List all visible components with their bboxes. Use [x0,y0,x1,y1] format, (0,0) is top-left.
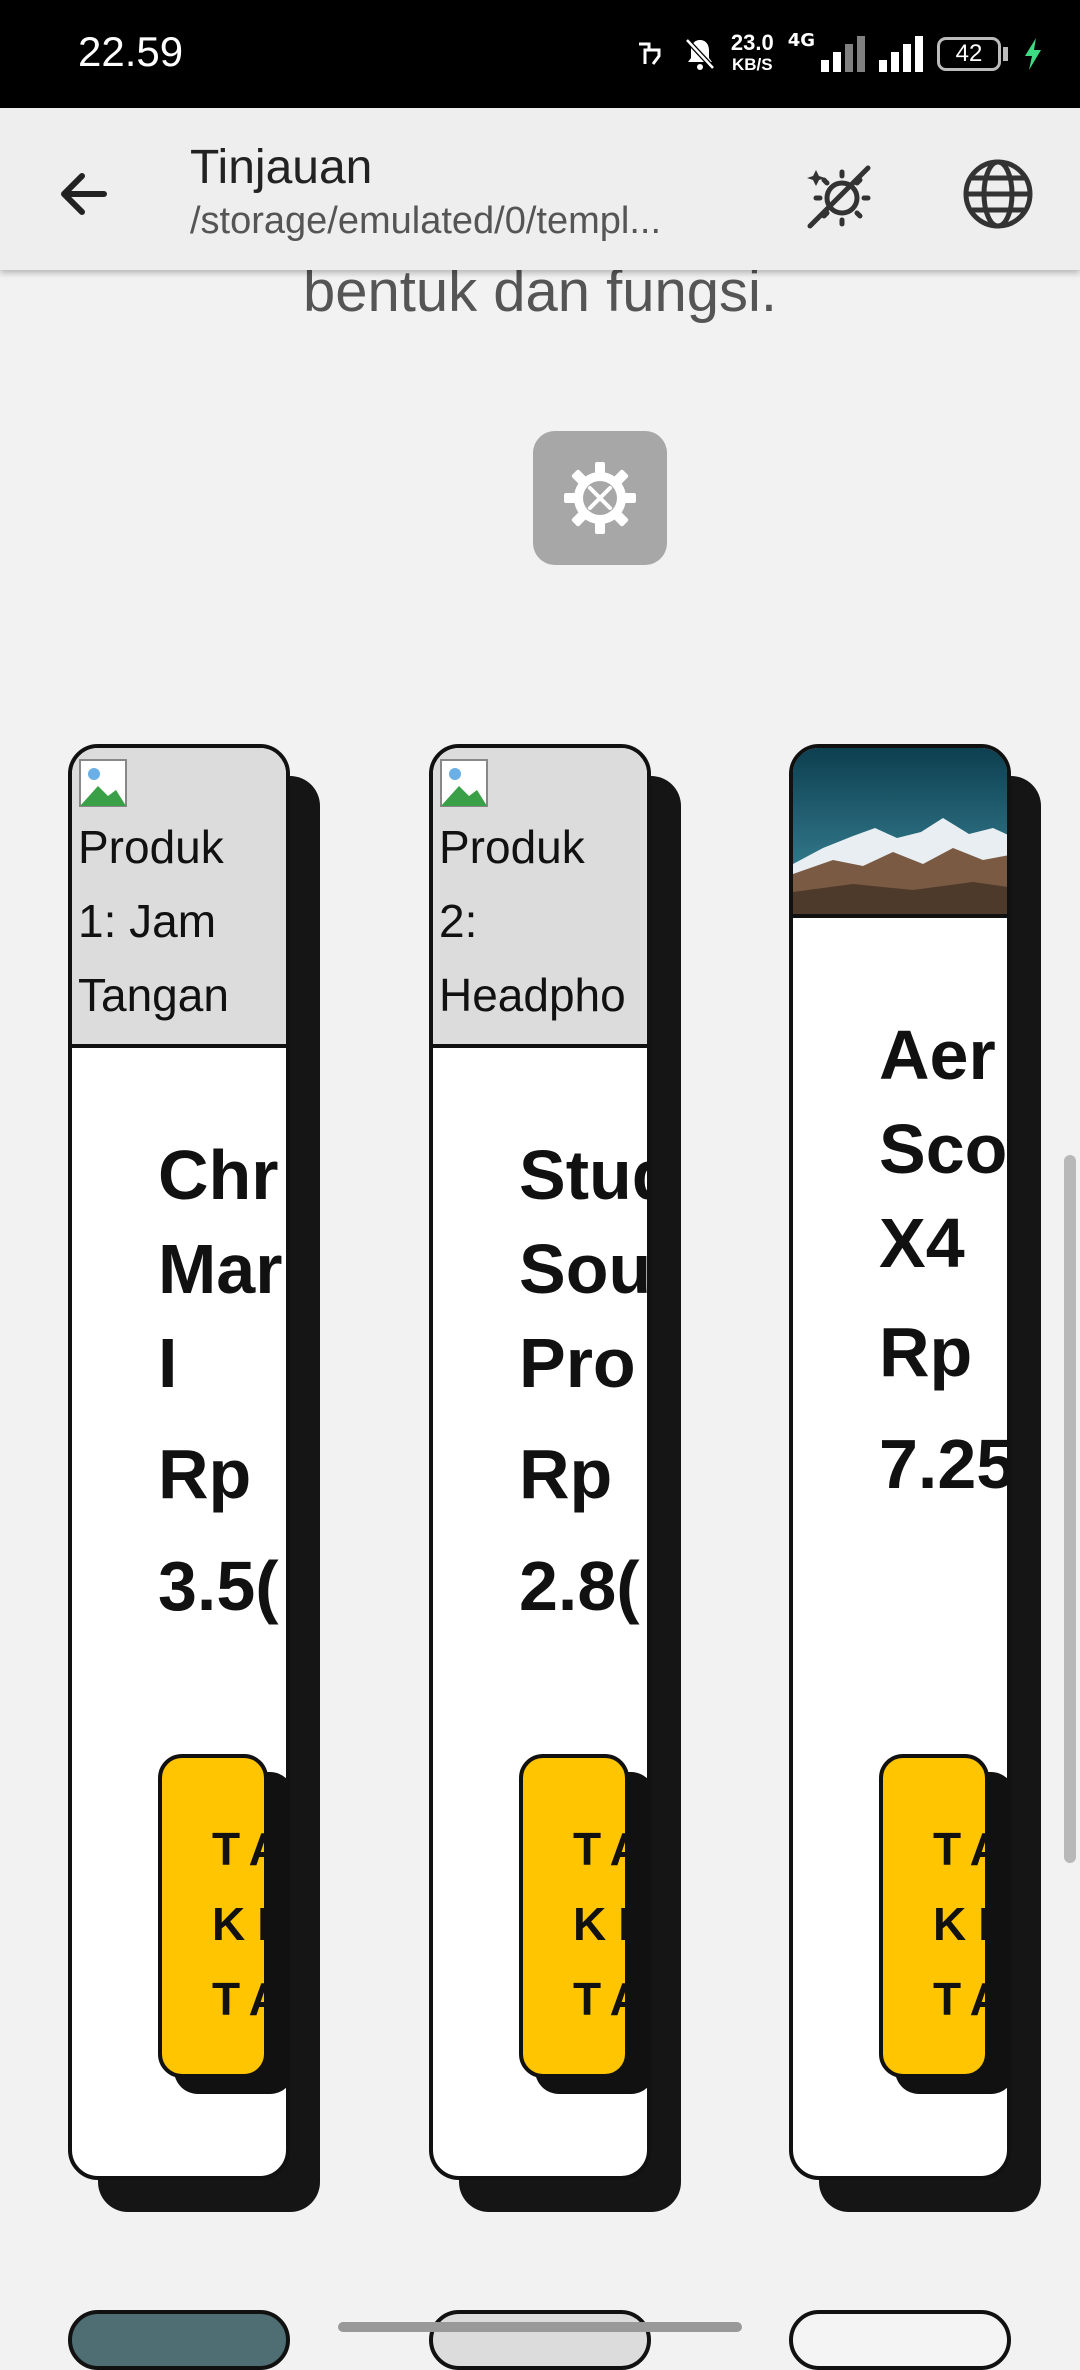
broken-image-icon [440,759,488,807]
status-time: 22.59 [78,28,184,75]
mountain-landscape-image [793,748,1007,914]
image-alt-text: Produk 2: Headpho [439,810,626,1032]
app-bar: Tinjauan /storage/emulated/0/templ... [0,108,1080,270]
product-name-line: Chr [158,1136,279,1214]
status-icons: 23.0 KB/S 4G 42 [633,26,1044,82]
product-name-line: Mar [158,1230,283,1308]
price-line: Rp [519,1435,613,1513]
price-line: 2.8( [519,1547,640,1625]
next-product-card [429,2310,651,2370]
battery-level: 42 [955,40,983,67]
product-card: Produk 1: Jam Tangan Chr Mar I Rp 3.5( T… [68,744,320,2212]
button-label: TA KE TA [573,1812,625,2037]
button-face[interactable]: TA KE TA [519,1754,629,2078]
button-label: TA KE TA [933,1812,985,2037]
price-line: Rp [158,1435,252,1513]
product-name-line: Sco [879,1110,1008,1188]
product-image [793,748,1007,918]
button-label-line: TA [212,1973,264,2025]
next-product-card [68,2310,290,2370]
image-alt-line: Produk [439,821,585,873]
network-speed: 23.0 KB/S [731,32,774,76]
button-label-line: KE [212,1898,264,1950]
product-name-line: Pro [519,1324,636,1402]
network-speed-value: 23.0 [730,30,774,55]
network-speed-unit: KB/S [731,55,773,74]
status-bar: 22.59 23.0 KB/S 4G 42 [0,0,1080,108]
product-name-line: Stud [519,1136,647,1214]
button-label-line: TA [573,1973,625,2025]
product-name: Stud Sou Pro [519,1128,651,1410]
button-label-line: KE [573,1898,625,1950]
signal-1-icon [821,36,865,72]
button-label-line: TA [933,1823,985,1875]
home-indicator[interactable] [338,2322,742,2332]
button-label-line: TA [573,1823,625,1875]
product-name-line: Aer [879,1016,996,1094]
image-alt-line: Tangan [78,969,229,1021]
network-type: 4G [787,29,815,51]
image-alt-line: 1: Jam [78,895,217,947]
product-name-line: X4 [879,1204,965,1282]
signal-2-icon [879,36,923,72]
image-alt-line: Headpho [439,969,626,1021]
theme-toggle-icon[interactable] [796,152,880,236]
button-label-line: TA [212,1823,264,1875]
product-price: Rp 7.25 [879,1296,1011,1520]
button-face[interactable]: TA KE TA [879,1754,989,2078]
price-line: Rp [879,1313,973,1391]
usb-icon [638,42,661,65]
product-image: Produk 1: Jam Tangan [72,748,286,1048]
product-name-line: Sou [519,1230,651,1308]
file-path: /storage/emulated/0/templ... [190,200,662,242]
card-body: Produk 2: Headpho Stud Sou Pro Rp 2.8( T… [429,744,651,2180]
bell-muted-icon [685,38,715,70]
globe-icon[interactable] [956,152,1040,236]
broken-image-icon [79,759,127,807]
settings-tools-icon [564,462,636,534]
button-face[interactable]: TA KE TA [158,1754,268,2078]
image-alt-line: 2: [439,895,478,947]
product-name: Chr Mar I [158,1128,282,1410]
product-card: Aer Sco X4 Rp 7.25 TA KE TA [789,744,1041,2212]
button-label-line: KE [933,1898,985,1950]
image-alt-text: Produk 1: Jam Tangan [78,810,229,1032]
button-label-line: TA [933,1973,985,2025]
battery-cap [1003,47,1008,61]
battery-indicator: 42 [937,37,1001,71]
back-arrow-icon[interactable] [48,154,128,234]
card-body: Produk 1: Jam Tangan Chr Mar I Rp 3.5( T… [68,744,290,2180]
page-title: Tinjauan [190,141,373,194]
product-name: Aer Sco X4 [879,1008,1007,1290]
product-image: Produk 2: Headpho [433,748,647,1048]
product-card: Produk 2: Headpho Stud Sou Pro Rp 2.8( T… [429,744,681,2212]
preview-content: bentuk dan fungsi. Produk 1: Jam Tangan … [0,270,1080,2340]
tagline-text: bentuk dan fungsi. [302,270,778,324]
price-line: 3.5( [158,1547,279,1625]
charging-icon [1025,38,1041,70]
product-name-line: I [158,1324,178,1402]
button-label: TA KE TA [212,1812,264,2037]
scrollbar[interactable] [1064,1155,1076,1863]
settings-button[interactable] [533,431,667,565]
card-body: Aer Sco X4 Rp 7.25 TA KE TA [789,744,1011,2180]
product-price: Rp 2.8( [519,1418,640,1642]
price-line: 7.25 [879,1425,1011,1503]
product-price: Rp 3.5( [158,1418,279,1642]
image-alt-line: Produk [78,821,224,873]
next-product-card [789,2310,1011,2370]
